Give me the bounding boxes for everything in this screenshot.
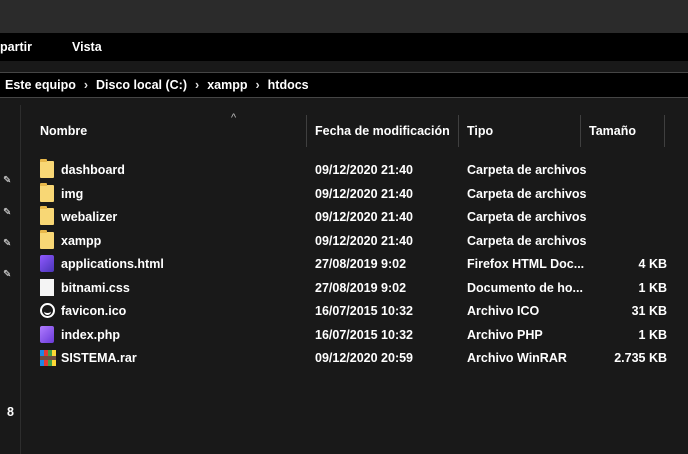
navigation-pane: ✎ ✎ ✎ ✎ 8 bbox=[0, 105, 20, 454]
file-type: Firefox HTML Doc... bbox=[467, 257, 585, 271]
file-row[interactable]: applications.html 27/08/2019 9:02 Firefox … bbox=[21, 254, 688, 274]
breadcrumb: Este equipo › Disco local (C:) › xampp › htdoc… bbox=[5, 78, 309, 92]
document-icon bbox=[40, 278, 54, 296]
file-type: Carpeta de archivos bbox=[467, 210, 587, 224]
tab-compartir[interactable]: partir bbox=[0, 40, 32, 54]
pin-icon[interactable]: ✎ bbox=[3, 269, 11, 280]
column-header-name[interactable]: Nombre bbox=[40, 124, 87, 138]
column-divider[interactable] bbox=[458, 115, 459, 147]
breadcrumb-separator[interactable]: › bbox=[255, 78, 259, 92]
file-type: Archivo ICO bbox=[467, 304, 540, 318]
pin-icon[interactable]: ✎ bbox=[3, 207, 11, 218]
file-name: dashboard bbox=[61, 163, 125, 177]
column-header-size[interactable]: Tamaño bbox=[589, 124, 636, 138]
breadcrumb-htdocs[interactable]: htdocs bbox=[268, 78, 309, 92]
file-name: xampp bbox=[61, 233, 102, 248]
file-modified: 09/12/2020 21:40 bbox=[315, 163, 414, 177]
file-row[interactable]: bitnami.css 27/08/2019 9:02 Documento de h… bbox=[21, 278, 688, 298]
ico-file-icon bbox=[40, 303, 55, 318]
folder-icon bbox=[40, 206, 54, 225]
file-type: Archivo PHP bbox=[467, 327, 543, 342]
php-file-icon bbox=[40, 325, 54, 343]
file-size: 31 KB bbox=[631, 304, 667, 318]
file-row[interactable]: SISTEMA.rar 09/12/2020 20:59 Archivo WinRA… bbox=[21, 348, 688, 368]
column-divider[interactable] bbox=[306, 115, 307, 147]
file-type: Carpeta de archivos bbox=[467, 163, 587, 177]
file-row[interactable]: index.php 16/07/2015 10:32 Archivo PHP 1 KB bbox=[21, 325, 688, 345]
file-modified: 09/12/2020 21:40 bbox=[315, 210, 414, 224]
file-modified: 27/08/2019 9:02 bbox=[315, 257, 407, 271]
pin-icon[interactable]: ✎ bbox=[3, 175, 11, 186]
file-name: img bbox=[61, 186, 84, 201]
file-type: Documento de ho... bbox=[467, 280, 583, 295]
tab-vista[interactable]: Vista bbox=[72, 40, 102, 54]
navpane-truncated-label[interactable]: 8 bbox=[7, 405, 14, 419]
firefox-html-icon bbox=[40, 255, 54, 272]
title-bar bbox=[0, 0, 688, 33]
file-name: bitnami.css bbox=[61, 280, 130, 295]
pin-icon[interactable]: ✎ bbox=[3, 238, 11, 249]
file-row[interactable]: webalizer 09/12/2020 21:40 Carpeta de arch… bbox=[21, 206, 688, 227]
breadcrumb-separator[interactable]: › bbox=[84, 78, 88, 92]
folder-icon bbox=[40, 182, 54, 202]
file-modified: 27/08/2019 9:02 bbox=[315, 280, 407, 295]
column-header-row: ^ Nombre Fecha de modificación Tipo Tama… bbox=[21, 105, 688, 150]
address-bar-area: Este equipo › Disco local (C:) › xampp › htdoc… bbox=[0, 61, 688, 105]
column-header-modified[interactable]: Fecha de modificación bbox=[315, 124, 450, 138]
file-row[interactable]: img 09/12/2020 21:40 Carpeta de archivos bbox=[21, 182, 688, 204]
address-bar[interactable]: Este equipo › Disco local (C:) › xampp › htdoc… bbox=[0, 72, 688, 98]
breadcrumb-disco-local[interactable]: Disco local (C:) bbox=[96, 78, 187, 92]
breadcrumb-xampp[interactable]: xampp bbox=[207, 78, 247, 92]
file-size: 1 KB bbox=[638, 280, 667, 295]
file-name: applications.html bbox=[61, 257, 164, 271]
file-size: 4 KB bbox=[638, 257, 667, 271]
sort-ascending-icon: ^ bbox=[231, 112, 237, 124]
file-modified: 09/12/2020 21:40 bbox=[315, 233, 414, 248]
file-type: Archivo WinRAR bbox=[467, 351, 567, 365]
ribbon-tabs: partir Vista bbox=[0, 33, 688, 61]
file-row[interactable]: xampp 09/12/2020 21:40 Carpeta de archivos bbox=[21, 229, 688, 251]
file-type: Carpeta de archivos bbox=[467, 233, 587, 248]
file-modified: 16/07/2015 10:32 bbox=[315, 304, 414, 318]
file-modified: 16/07/2015 10:32 bbox=[315, 327, 414, 342]
breadcrumb-separator[interactable]: › bbox=[195, 78, 199, 92]
winrar-icon bbox=[40, 350, 56, 366]
file-name: SISTEMA.rar bbox=[61, 351, 137, 365]
file-modified: 09/12/2020 20:59 bbox=[315, 351, 414, 365]
column-header-type[interactable]: Tipo bbox=[467, 124, 493, 138]
file-name: webalizer bbox=[61, 210, 118, 224]
folder-icon bbox=[40, 159, 54, 178]
column-divider[interactable] bbox=[580, 115, 581, 147]
file-modified: 09/12/2020 21:40 bbox=[315, 186, 414, 201]
file-row[interactable]: favicon.ico 16/07/2015 10:32 Archivo ICO 31… bbox=[21, 301, 688, 321]
file-name: favicon.ico bbox=[61, 304, 127, 318]
column-divider[interactable] bbox=[664, 115, 665, 147]
file-name: index.php bbox=[61, 327, 121, 342]
file-type: Carpeta de archivos bbox=[467, 186, 587, 201]
folder-icon bbox=[40, 229, 54, 249]
file-size: 2.735 KB bbox=[614, 351, 667, 365]
file-size: 1 KB bbox=[638, 327, 667, 342]
file-row[interactable]: dashboard 09/12/2020 21:40 Carpeta de arch… bbox=[21, 159, 688, 180]
breadcrumb-este-equipo[interactable]: Este equipo bbox=[5, 78, 76, 92]
